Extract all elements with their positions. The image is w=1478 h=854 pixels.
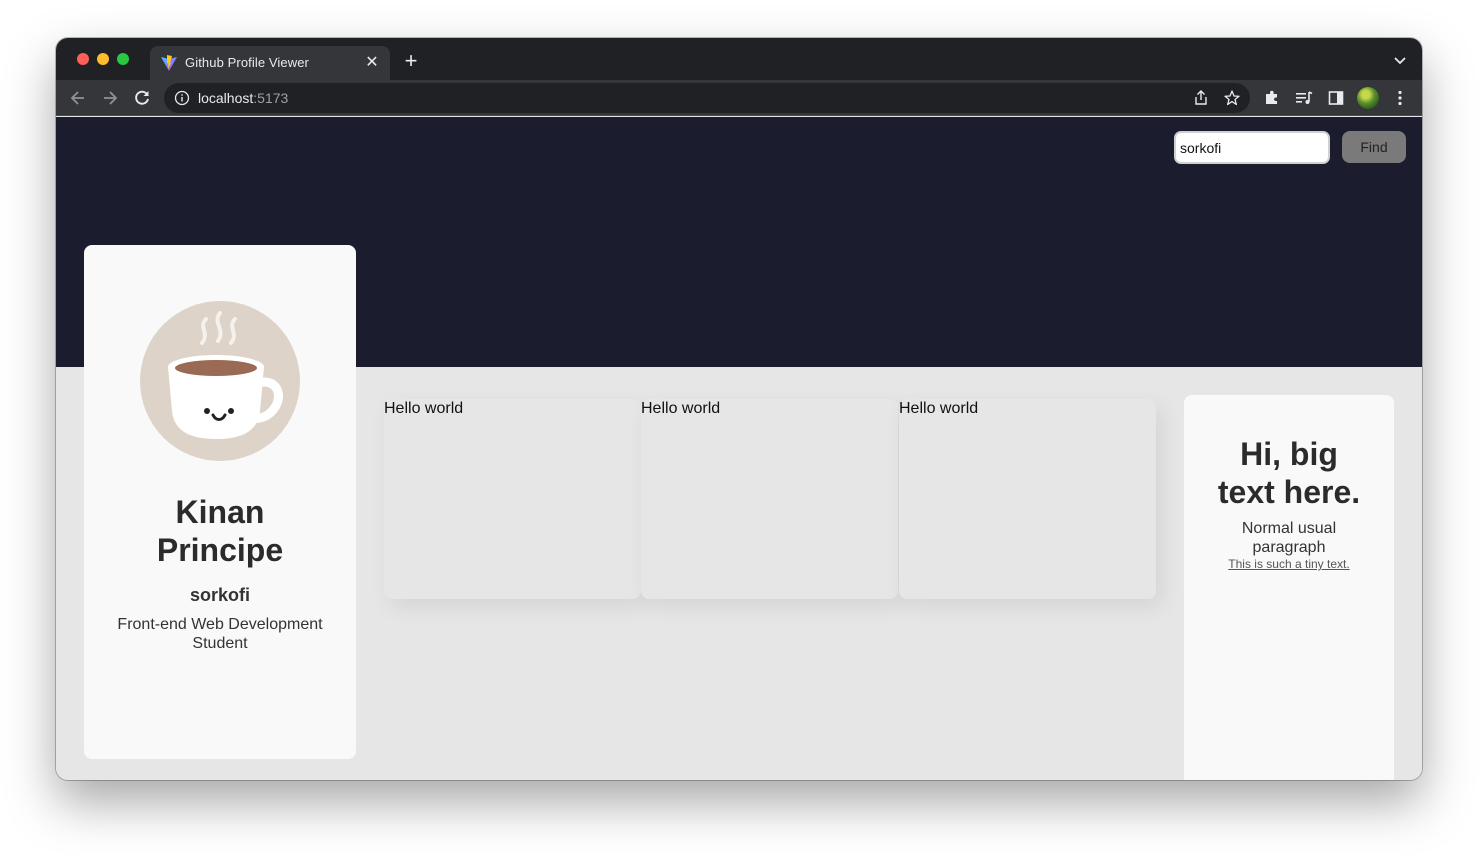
search-input[interactable] xyxy=(1174,131,1330,164)
coffee-cup-icon xyxy=(140,301,300,461)
info-small-text[interactable]: This is such a tiny text. xyxy=(1184,557,1394,571)
browser-window: Github Profile Viewer ✕ + localhost:5173 xyxy=(56,38,1422,780)
list-item: Hello world xyxy=(899,399,1156,599)
info-icon[interactable] xyxy=(174,90,190,106)
bookmark-star-icon[interactable] xyxy=(1223,89,1241,107)
url-text: localhost:5173 xyxy=(198,90,289,106)
reload-icon[interactable] xyxy=(132,88,152,108)
tab-bar: Github Profile Viewer ✕ + xyxy=(56,38,1422,80)
maximize-window-button[interactable] xyxy=(117,53,129,65)
browser-toolbar: localhost:5173 xyxy=(56,80,1422,116)
share-icon[interactable] xyxy=(1192,89,1210,107)
chevron-down-icon[interactable] xyxy=(1392,52,1408,68)
profile-name: Kinan Principe xyxy=(156,494,284,568)
profile-avatar-icon[interactable] xyxy=(1357,87,1379,109)
list-item: Hello world xyxy=(384,399,641,599)
tab-title: Github Profile Viewer xyxy=(185,55,309,70)
forward-arrow-icon[interactable] xyxy=(100,88,120,108)
profile-card: Kinan Principe sorkofi Front-end Web Dev… xyxy=(84,245,356,759)
tab-close-icon[interactable]: ✕ xyxy=(362,53,382,73)
info-heading: Hi, big text here. xyxy=(1217,436,1361,510)
side-panel-icon[interactable] xyxy=(1326,88,1346,108)
browser-tab[interactable]: Github Profile Viewer ✕ xyxy=(150,46,390,80)
card-label: Hello world xyxy=(641,400,721,417)
kebab-menu-icon[interactable] xyxy=(1390,88,1410,108)
minimize-window-button[interactable] xyxy=(97,53,109,65)
profile-username: sorkofi xyxy=(189,585,250,605)
close-window-button[interactable] xyxy=(77,53,89,65)
list-item: Hello world xyxy=(641,399,898,599)
new-tab-icon[interactable]: + xyxy=(400,50,422,73)
card-label: Hello world xyxy=(384,400,464,417)
address-bar[interactable]: localhost:5173 xyxy=(164,83,1250,113)
back-arrow-icon[interactable] xyxy=(68,88,88,108)
card-label: Hello world xyxy=(899,400,979,417)
find-button[interactable]: Find xyxy=(1342,131,1406,163)
extensions-puzzle-icon[interactable] xyxy=(1262,88,1282,108)
page-content: Find Kinan Principe sorkofi Front-end We… xyxy=(56,117,1422,780)
vite-favicon-icon xyxy=(161,55,177,71)
info-card: Hi, big text here. Normal usual paragrap… xyxy=(1184,395,1394,780)
profile-bio: Front-end Web Development Student xyxy=(117,616,323,652)
media-queue-icon[interactable] xyxy=(1294,88,1314,108)
info-paragraph: Normal usual paragraph xyxy=(1241,520,1337,556)
